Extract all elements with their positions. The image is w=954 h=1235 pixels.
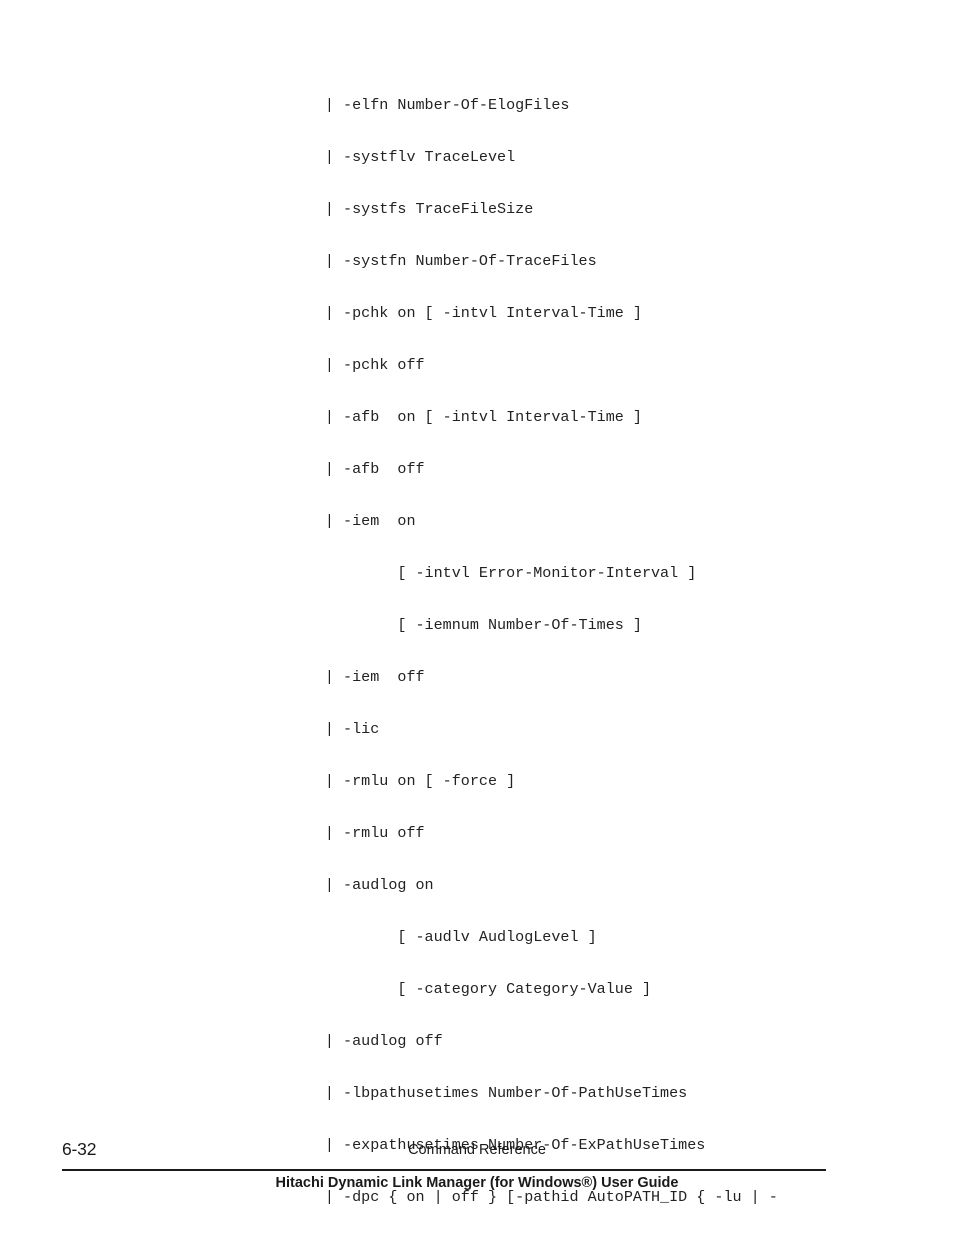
listing-line: | -audlog off bbox=[180, 1032, 443, 1051]
listing-line: [ -audlv AudlogLevel ] bbox=[180, 928, 597, 947]
listing-line: | -afb on [ -intvl Interval-Time ] bbox=[180, 407, 642, 426]
listing-line: | -iem off bbox=[180, 668, 425, 687]
listing-line: | -rmlu on [ -force ] bbox=[180, 772, 516, 791]
listing-line: | -audlog on bbox=[180, 876, 434, 895]
listing-line: | -pchk on [ -intvl Interval-Time ] bbox=[180, 303, 642, 322]
listing-line: [ -iemnum Number-Of-Times ] bbox=[180, 616, 642, 634]
listing-line: | -lbpathusetimes Number-Of-PathUseTimes bbox=[180, 1084, 688, 1103]
listing-line: | -lic bbox=[180, 720, 380, 739]
page-footer: 6-32 Command Reference Hitachi Dynamic L… bbox=[0, 1138, 954, 1208]
guide-title: Hitachi Dynamic Link Manager (for Window… bbox=[275, 1175, 679, 1191]
listing-line: | -iem on bbox=[180, 511, 416, 530]
listing-line: | -systfs TraceFileSize bbox=[180, 199, 534, 218]
listing-line: | -rmlu off bbox=[180, 824, 425, 843]
running-head: Command Reference bbox=[408, 1142, 546, 1158]
document-page: | -elfn Number-Of-ElogFiles | -systflv T… bbox=[0, 0, 954, 1235]
footer-divider bbox=[62, 1169, 826, 1171]
listing-line: [ -intvl Error-Monitor-Interval ] bbox=[180, 563, 697, 582]
listing-line: | -afb off bbox=[180, 459, 425, 478]
listing-line: | -systflv TraceLevel bbox=[180, 147, 516, 166]
listing-line: | -systfn Number-Of-TraceFiles bbox=[180, 251, 597, 270]
listing-line: [ -category Category-Value ] bbox=[180, 980, 652, 999]
command-syntax-listing: | -elfn Number-Of-ElogFiles | -systflv T… bbox=[180, 62, 880, 1235]
listing-line: | -pchk off bbox=[180, 355, 425, 374]
listing-line: | -elfn Number-Of-ElogFiles bbox=[180, 95, 570, 114]
